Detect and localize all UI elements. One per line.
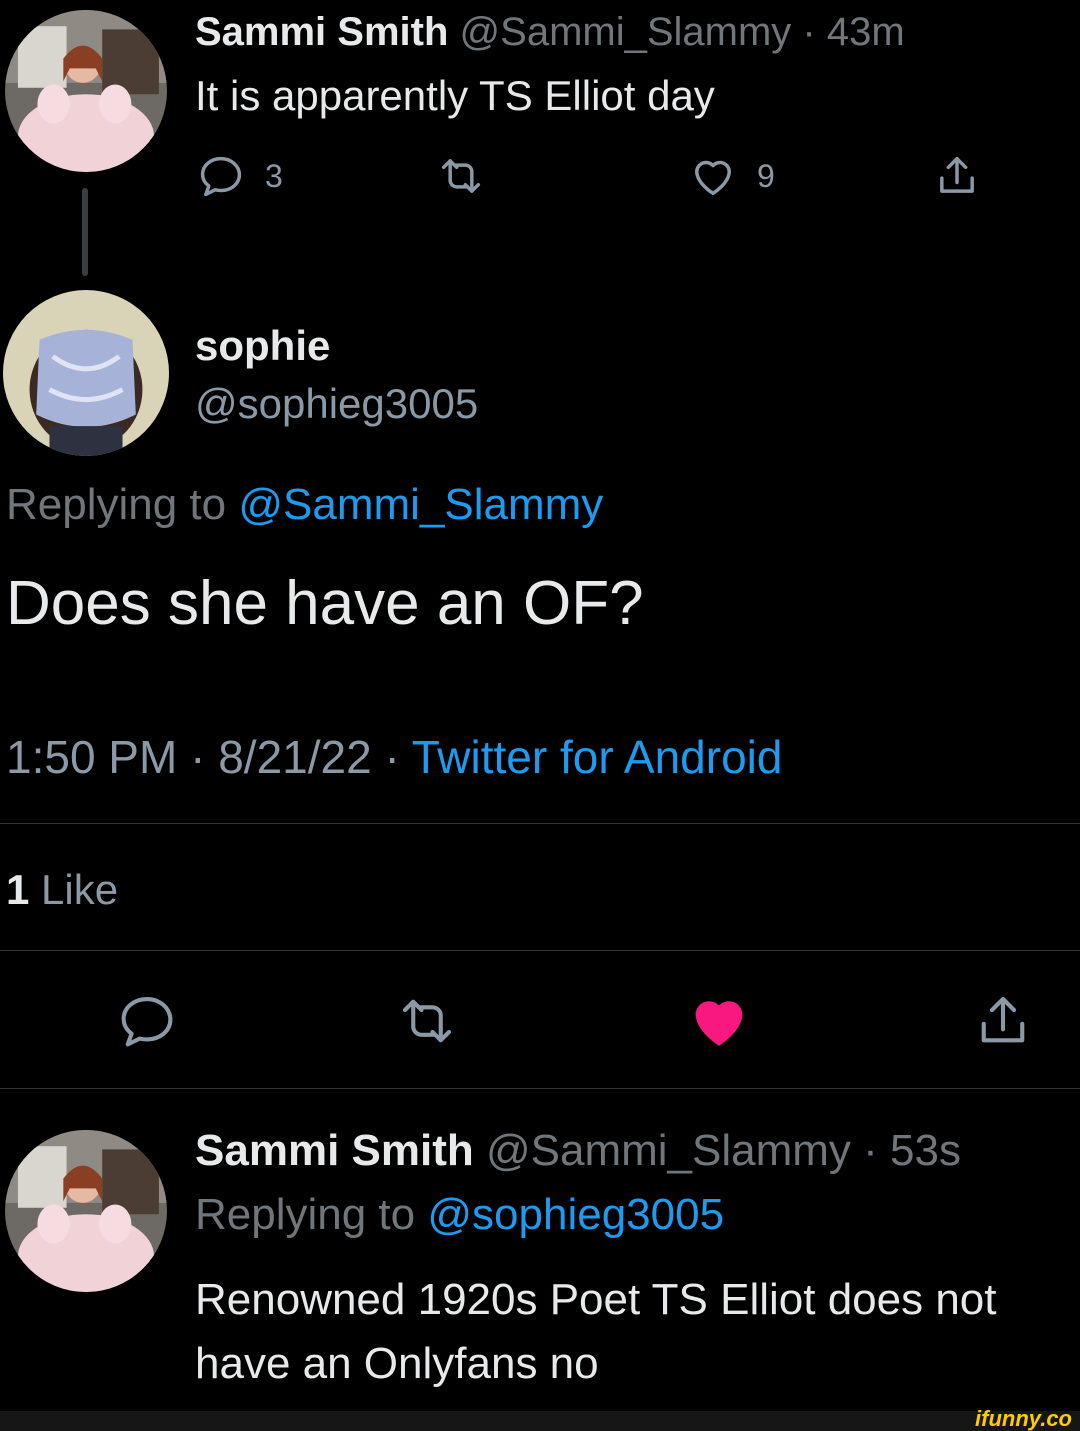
replying-prefix: Replying to bbox=[6, 480, 227, 529]
replying-to: Replying to @sophieg3005 bbox=[195, 1190, 724, 1240]
tweet-actions: 3 9 bbox=[195, 150, 995, 210]
author-name[interactable]: Sammi Smith bbox=[195, 1126, 474, 1175]
separator: · bbox=[802, 10, 816, 54]
replying-handle-link[interactable]: @sophieg3005 bbox=[427, 1190, 724, 1239]
retweet-button[interactable] bbox=[394, 988, 460, 1054]
reply-button[interactable]: 3 bbox=[195, 150, 283, 202]
likes-count: 1 bbox=[6, 866, 30, 913]
tweet-text: It is apparently TS Elliot day bbox=[195, 72, 715, 119]
tweet-date[interactable]: 8/21/22 bbox=[218, 731, 371, 783]
tweet-source-link[interactable]: Twitter for Android bbox=[412, 731, 783, 783]
author-name[interactable]: sophie bbox=[195, 322, 330, 370]
share-icon bbox=[981, 996, 1025, 1043]
replying-prefix: Replying to bbox=[195, 1190, 416, 1239]
footer-bar bbox=[0, 1411, 1080, 1431]
retweet-icon bbox=[402, 999, 452, 1043]
likes-label: Like bbox=[41, 866, 119, 913]
divider bbox=[0, 1088, 1080, 1089]
watermark-logo: ifunny.co bbox=[975, 1406, 1072, 1431]
tweet-time[interactable]: 53s bbox=[890, 1126, 961, 1175]
reply-count: 3 bbox=[265, 157, 283, 194]
tweet-header: Sammi Smith @Sammi_Slammy · 43m bbox=[195, 10, 905, 55]
tweet-meta: 1:50 PM · 8/21/22 · Twitter for Android bbox=[6, 730, 782, 784]
author-name[interactable]: Sammi Smith bbox=[195, 10, 448, 54]
separator: · bbox=[384, 731, 400, 783]
tweet-actions bbox=[0, 988, 1080, 1058]
tweet-text: Does she have an OF? bbox=[6, 569, 644, 638]
like-count: 9 bbox=[757, 157, 775, 194]
separator: · bbox=[863, 1126, 878, 1175]
retweet-icon bbox=[441, 159, 481, 193]
divider bbox=[0, 823, 1080, 824]
author-handle[interactable]: @Sammi_Slammy bbox=[486, 1126, 851, 1175]
like-button[interactable] bbox=[686, 988, 752, 1054]
heart-filled-icon bbox=[695, 1001, 743, 1046]
reply-icon bbox=[200, 156, 242, 197]
retweet-button[interactable] bbox=[435, 150, 487, 202]
avatar[interactable] bbox=[5, 10, 167, 172]
like-button[interactable]: 9 bbox=[687, 150, 775, 202]
avatar-image bbox=[3, 290, 169, 456]
share-icon bbox=[940, 156, 974, 193]
reply-button[interactable] bbox=[114, 988, 180, 1054]
avatar[interactable] bbox=[5, 1130, 167, 1292]
thread-line bbox=[82, 188, 88, 276]
replying-to: Replying to @Sammi_Slammy bbox=[6, 480, 603, 530]
avatar-image bbox=[5, 1130, 167, 1292]
replying-handle-link[interactable]: @Sammi_Slammy bbox=[238, 480, 603, 529]
tweet-time[interactable]: 43m bbox=[827, 10, 905, 54]
reply-icon bbox=[121, 996, 173, 1047]
likes-summary[interactable]: 1 Like bbox=[6, 866, 118, 914]
share-button[interactable] bbox=[931, 150, 983, 202]
avatar[interactable] bbox=[3, 290, 169, 456]
separator: · bbox=[190, 731, 206, 783]
tweet-text: Renowned 1920s Poet TS Elliot does not h… bbox=[195, 1275, 997, 1388]
divider bbox=[0, 950, 1080, 951]
heart-icon bbox=[695, 160, 731, 196]
tweet-header: Sammi Smith @Sammi_Slammy · 53s bbox=[195, 1126, 961, 1176]
tweet-thread: Sammi Smith @Sammi_Slammy · 43m It is ap… bbox=[0, 0, 1080, 1431]
share-button[interactable] bbox=[970, 988, 1036, 1054]
tweet-time[interactable]: 1:50 PM bbox=[6, 731, 177, 783]
avatar-image bbox=[5, 10, 167, 172]
author-handle[interactable]: @Sammi_Slammy bbox=[460, 10, 792, 54]
author-handle[interactable]: @sophieg3005 bbox=[195, 380, 478, 428]
